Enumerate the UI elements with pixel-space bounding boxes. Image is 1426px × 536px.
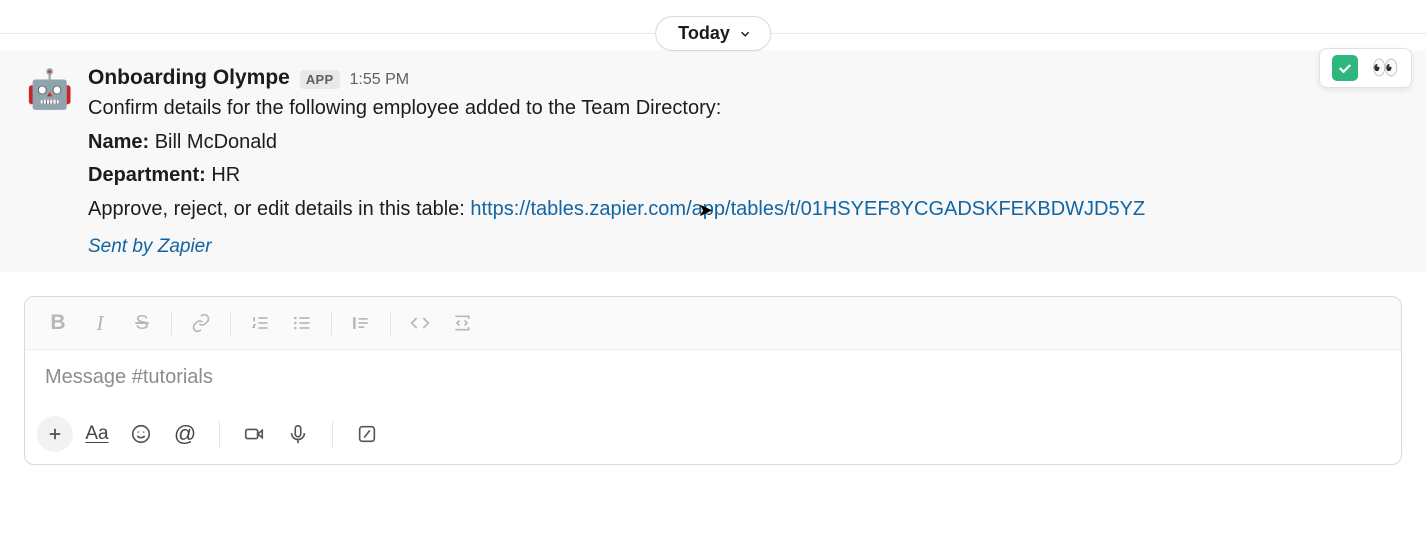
- avatar[interactable]: 🤖: [26, 66, 74, 114]
- strikethrough-button[interactable]: S: [121, 305, 163, 341]
- code-button[interactable]: [399, 305, 441, 341]
- message-composer: B I S Message #tutorials Aa: [24, 296, 1402, 465]
- toolbar-separator: [390, 311, 391, 335]
- link-icon: [191, 313, 211, 333]
- bullet-list-button[interactable]: [281, 305, 323, 341]
- toolbar-separator: [331, 311, 332, 335]
- ordered-list-icon: [250, 313, 270, 333]
- toolbar-separator: [219, 421, 220, 447]
- codeblock-icon: [452, 313, 472, 333]
- mention-button[interactable]: @: [165, 416, 205, 452]
- message-text: Confirm details for the following employ…: [88, 92, 1400, 226]
- italic-button[interactable]: I: [79, 305, 121, 341]
- intro-line: Confirm details for the following employ…: [88, 92, 1400, 126]
- action-text: Approve, reject, or edit details in this…: [88, 198, 470, 220]
- message: 🤖 Onboarding Olympe APP 1:55 PM Confirm …: [0, 50, 1426, 272]
- video-icon: [243, 423, 265, 445]
- blockquote-icon: [351, 313, 371, 333]
- bold-button[interactable]: B: [37, 305, 79, 341]
- emoji-button[interactable]: [121, 416, 161, 452]
- ordered-list-button[interactable]: [239, 305, 281, 341]
- sender-name[interactable]: Onboarding Olympe: [88, 66, 290, 90]
- department-value: HR: [211, 164, 240, 186]
- bullet-list-icon: [292, 313, 312, 333]
- attach-button[interactable]: [37, 416, 73, 452]
- link-button[interactable]: [180, 305, 222, 341]
- date-divider: Today: [0, 0, 1426, 50]
- message-actions-toolbar: 👀: [1319, 48, 1412, 88]
- smile-icon: [130, 423, 152, 445]
- blockquote-button[interactable]: [340, 305, 382, 341]
- toolbar-separator: [332, 421, 333, 447]
- toolbar-separator: [230, 311, 231, 335]
- message-header: Onboarding Olympe APP 1:55 PM: [88, 66, 1400, 90]
- date-pill[interactable]: Today: [655, 16, 771, 51]
- toolbar-separator: [171, 311, 172, 335]
- chevron-down-icon: [738, 27, 752, 41]
- formatting-toggle-button[interactable]: Aa: [77, 416, 117, 452]
- shortcut-button[interactable]: [347, 416, 387, 452]
- name-value: Bill McDonald: [155, 131, 277, 153]
- codeblock-button[interactable]: [441, 305, 483, 341]
- audio-button[interactable]: [278, 416, 318, 452]
- video-button[interactable]: [234, 416, 274, 452]
- formatting-toolbar: B I S: [25, 297, 1401, 350]
- plus-icon: [46, 425, 64, 443]
- table-link[interactable]: https://tables.zapier.com/app/tables/t/0…: [470, 198, 1145, 220]
- reaction-check-icon[interactable]: [1332, 55, 1358, 81]
- name-label: Name:: [88, 131, 149, 153]
- date-label: Today: [678, 23, 730, 44]
- code-icon: [410, 313, 430, 333]
- app-badge: APP: [300, 70, 340, 89]
- attribution: Sent by Zapier: [88, 236, 1400, 258]
- message-input[interactable]: Message #tutorials: [25, 350, 1401, 408]
- timestamp[interactable]: 1:55 PM: [350, 71, 410, 89]
- composer-actions-toolbar: Aa @: [25, 408, 1401, 464]
- mic-icon: [287, 423, 309, 445]
- reaction-eyes-icon[interactable]: 👀: [1372, 55, 1399, 81]
- message-body: Onboarding Olympe APP 1:55 PM Confirm de…: [88, 66, 1400, 258]
- department-label: Department:: [88, 164, 206, 186]
- slash-square-icon: [356, 423, 378, 445]
